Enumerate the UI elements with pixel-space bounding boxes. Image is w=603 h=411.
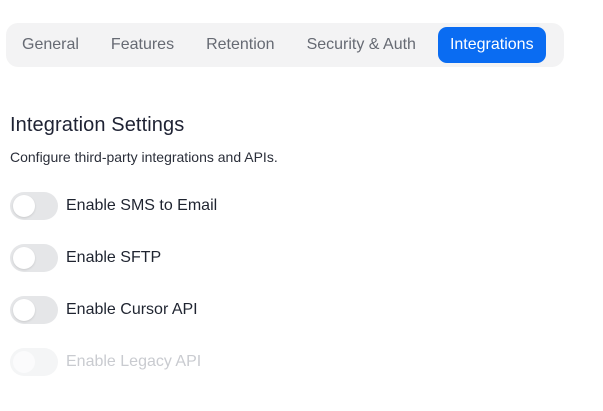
sms-to-email-label: Enable SMS to Email xyxy=(66,197,218,214)
tab-security-auth[interactable]: Security & Auth xyxy=(295,27,428,63)
sftp-label: Enable SFTP xyxy=(66,249,162,266)
tab-retention[interactable]: Retention xyxy=(194,27,287,63)
tab-general[interactable]: General xyxy=(10,27,91,63)
tab-features[interactable]: Features xyxy=(99,27,186,63)
tab-integrations[interactable]: Integrations xyxy=(437,27,546,63)
legacy-api-label: Enable Legacy API xyxy=(66,353,202,370)
section-description: Configure third-party integrations and A… xyxy=(10,149,278,165)
legacy-api-toggle xyxy=(10,348,58,376)
toggle-row-cursor-api: Enable Cursor API xyxy=(10,296,198,324)
toggle-row-legacy-api: Enable Legacy API xyxy=(10,348,201,376)
integration-settings-page: General Features Retention Security & Au… xyxy=(0,0,603,411)
cursor-api-label: Enable Cursor API xyxy=(66,301,198,318)
sms-to-email-toggle[interactable] xyxy=(10,192,58,220)
toggle-knob xyxy=(13,351,35,373)
section-title: Integration Settings xyxy=(10,114,185,136)
toggle-row-sms-to-email: Enable SMS to Email xyxy=(10,192,217,220)
toggle-knob xyxy=(13,195,35,217)
cursor-api-toggle[interactable] xyxy=(10,296,58,324)
toggle-row-sftp: Enable SFTP xyxy=(10,244,161,272)
toggle-knob xyxy=(13,299,35,321)
sftp-toggle[interactable] xyxy=(10,244,58,272)
settings-tabs: General Features Retention Security & Au… xyxy=(6,23,564,67)
toggle-knob xyxy=(13,247,35,269)
